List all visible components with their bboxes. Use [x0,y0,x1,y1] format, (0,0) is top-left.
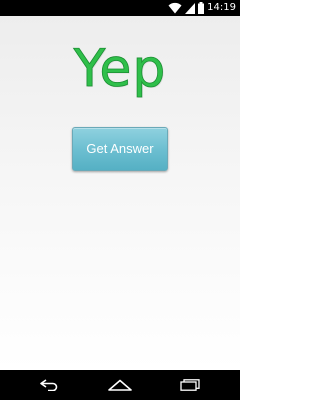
battery-icon [198,2,205,14]
back-button[interactable] [20,370,80,400]
back-icon [39,379,61,391]
status-bar: 14:19 [0,0,240,16]
recent-apps-icon [180,379,200,391]
cell-signal-icon [185,2,196,14]
main-content: Yep Get Answer [0,16,240,370]
phone-screen: 14:19 Yep Get Answer [0,0,240,400]
recent-apps-button[interactable] [160,370,220,400]
home-button[interactable] [90,370,150,400]
home-icon [108,379,132,391]
answer-text: Yep [73,39,167,100]
navigation-bar [0,370,240,400]
status-icons: 14:19 [168,1,236,15]
get-answer-button[interactable]: Get Answer [72,127,168,171]
wifi-icon [168,2,182,14]
status-time: 14:19 [207,2,236,13]
